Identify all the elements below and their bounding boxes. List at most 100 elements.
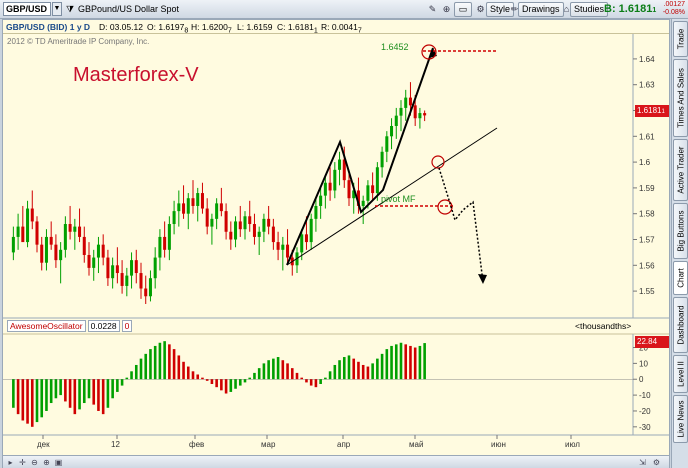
zoom-out-icon[interactable]: ⊖ xyxy=(29,457,40,468)
candle-body xyxy=(101,244,105,258)
indicator-extra: 0 xyxy=(121,320,133,332)
tab-times-and-sales[interactable]: Times And Sales xyxy=(673,59,688,137)
candle-body xyxy=(30,208,34,222)
candle-body xyxy=(49,236,53,245)
candle-body xyxy=(413,105,417,119)
fit-icon[interactable]: ▣ xyxy=(53,457,64,468)
studies-menu-button[interactable]: Studies xyxy=(570,2,609,17)
cursor-icon[interactable]: ✛ xyxy=(17,457,28,468)
right-tab-rail: Trade Times And Sales Active Trader Big … xyxy=(671,19,688,468)
symbol-input[interactable]: GBP/USD xyxy=(3,2,51,16)
tab-chart[interactable]: Chart xyxy=(673,261,688,295)
indicator-header: AwesomeOscillator 0.0228 0 xyxy=(7,320,134,332)
candle-body xyxy=(267,218,271,227)
ao-tick-label: -10 xyxy=(639,391,651,400)
candle-body xyxy=(238,221,242,230)
candle-body xyxy=(205,208,209,227)
candle-body xyxy=(92,257,96,268)
price-chart[interactable]: 1.641.631.621.611.61.591.581.571.561.55 … xyxy=(3,20,669,455)
zoom-icon[interactable]: ⊕ xyxy=(440,3,453,16)
candle-body xyxy=(248,216,252,225)
candle-body xyxy=(26,208,30,243)
candle-body xyxy=(186,198,190,214)
candle-body xyxy=(423,113,427,116)
expand-icon[interactable]: ⇲ xyxy=(637,457,648,468)
candle-body xyxy=(78,226,82,237)
candlesticks xyxy=(11,82,427,304)
candle-body xyxy=(380,151,384,168)
tab-trade[interactable]: Trade xyxy=(673,21,688,57)
candle-body xyxy=(172,211,176,225)
net-change: .00127 xyxy=(663,1,685,8)
price-change: .00127 -0.08% xyxy=(655,1,685,17)
candle-body xyxy=(96,244,100,258)
tab-dashboard[interactable]: Dashboard xyxy=(673,297,688,353)
last-price-tag: 1.61811 xyxy=(635,105,669,117)
drawings-menu-button[interactable]: Drawings xyxy=(518,2,564,17)
time-tick-label: июн xyxy=(491,440,506,449)
chart-panel[interactable]: GBP/USD (BID) 1 y D D: 03.05.12 O: 1.619… xyxy=(2,19,670,468)
chart-bottom-toolbar: ▸ ✛ ⊖ ⊕ ▣ ⇲ ⚙ xyxy=(3,455,669,468)
pivot-label: pivot MF xyxy=(381,194,416,204)
candle-body xyxy=(87,254,91,268)
candle-body xyxy=(35,221,39,245)
symbol-dropdown-button[interactable]: ▼ xyxy=(52,2,62,16)
ao-tick-label: -20 xyxy=(639,407,651,416)
price-axis: 1.641.631.621.611.61.591.581.571.561.55 xyxy=(633,55,655,296)
candle-body xyxy=(21,226,25,243)
candle-body xyxy=(63,224,67,250)
candle-body xyxy=(390,125,394,137)
candle-body xyxy=(139,273,143,289)
candle-body xyxy=(44,236,48,263)
candle-body xyxy=(182,203,186,214)
drawing-tool-icon[interactable]: ▸ xyxy=(5,457,16,468)
candle-body xyxy=(314,205,318,219)
wave-path[interactable] xyxy=(286,47,434,266)
candle-body xyxy=(115,265,119,274)
time-tick-label: июл xyxy=(565,440,580,449)
time-tick-label: 12 xyxy=(111,440,120,449)
candle-body xyxy=(399,107,403,116)
tab-level-ii[interactable]: Level II xyxy=(673,355,688,393)
price-tick-label: 1.64 xyxy=(639,55,655,64)
indicator-name[interactable]: AwesomeOscillator xyxy=(7,320,86,332)
candle-body xyxy=(252,224,256,237)
candle-body xyxy=(404,97,408,108)
crosshair-icon[interactable]: ✎ xyxy=(426,3,439,16)
pivot-circle[interactable] xyxy=(437,199,453,215)
price-tick-label: 1.6 xyxy=(639,158,651,167)
lock-icon[interactable]: ▭ xyxy=(454,2,472,17)
candle-body xyxy=(73,226,77,232)
thinkorswim-window: GBP/USD ▼ ⧩ GBPound/US Dollar Spot ✎ ⊕ ▭… xyxy=(0,0,688,468)
time-tick-label: май xyxy=(409,440,423,449)
time-tick-label: апр xyxy=(337,440,351,449)
ao-tick-label: 10 xyxy=(639,359,648,368)
tab-active-trader[interactable]: Active Trader xyxy=(673,139,688,201)
zoom-in-icon[interactable]: ⊕ xyxy=(41,457,52,468)
candle-body xyxy=(134,260,138,274)
candle-body xyxy=(148,278,152,297)
candle-body xyxy=(333,169,337,191)
candle-body xyxy=(328,182,332,191)
forecast-path[interactable] xyxy=(438,167,484,283)
time-tick-label: дек xyxy=(37,440,50,449)
settings-icon[interactable]: ⚙ xyxy=(651,457,662,468)
candle-body xyxy=(167,224,171,250)
candle-body xyxy=(200,193,204,209)
candle-body xyxy=(229,231,233,240)
filter-icon[interactable]: ⧩ xyxy=(64,3,76,15)
price-tick-label: 1.57 xyxy=(639,236,655,245)
candle-body xyxy=(300,234,304,253)
candle-body xyxy=(234,221,238,240)
candle-body xyxy=(158,236,162,258)
forecast-arrowhead xyxy=(478,274,487,284)
candle-body xyxy=(196,193,200,206)
candle-body xyxy=(286,244,290,258)
candle-body xyxy=(153,257,157,279)
candle-body xyxy=(371,185,375,194)
ao-histogram xyxy=(12,341,426,427)
tab-live-news[interactable]: Live News xyxy=(673,395,688,443)
indicator-units: <thousandths> xyxy=(575,321,632,331)
candle-body xyxy=(120,273,124,286)
tab-big-buttons[interactable]: Big Buttons xyxy=(673,203,688,259)
